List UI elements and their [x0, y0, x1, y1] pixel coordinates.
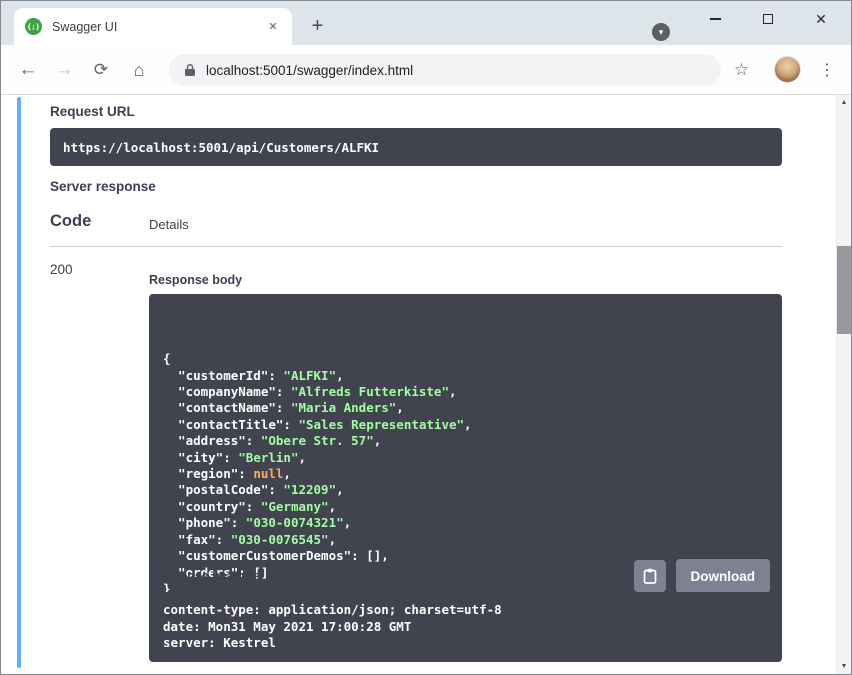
code-line: content-type: application/json; charset=…: [163, 602, 768, 619]
scroll-down-button[interactable]: ▼: [837, 659, 851, 674]
request-url-label: Request URL: [50, 104, 135, 119]
response-headers-label: Response headers: [149, 569, 260, 583]
home-button[interactable]: ⌂: [125, 56, 153, 84]
browser-window: {;} Swagger UI ✕ + ▾ ✕ ← → ⟳ ⌂ localhost…: [0, 0, 852, 675]
tab-close-icon[interactable]: ✕: [264, 18, 282, 36]
browser-toolbar: ← → ⟳ ⌂ localhost:5001/swagger/index.htm…: [1, 45, 851, 95]
profile-avatar[interactable]: [774, 56, 801, 83]
scrollbar-thumb[interactable]: [837, 246, 851, 334]
refresh-button[interactable]: ⟳: [87, 56, 115, 84]
code-line: "city": "Berlin",: [163, 450, 768, 466]
response-body-code: Download { "customerId": "ALFKI", "compa…: [149, 294, 782, 605]
back-button[interactable]: ←: [14, 56, 42, 84]
code-line: "address": "Obere Str. 57",: [163, 433, 768, 449]
code-line: "contactName": "Maria Anders",: [163, 400, 768, 416]
details-column-header: Details: [149, 217, 189, 232]
url-text: localhost:5001/swagger/index.html: [206, 63, 413, 78]
code-line: "postalCode": "12209",: [163, 482, 768, 498]
code-line: server: Kestrel: [163, 635, 768, 652]
close-button[interactable]: ✕: [806, 5, 836, 33]
swagger-page: Request URL https://localhost:5001/api/C…: [1, 95, 851, 674]
code-line: {: [163, 351, 768, 367]
bookmark-star-icon[interactable]: ☆: [728, 56, 755, 83]
tab-title: Swagger UI: [52, 20, 264, 34]
tab-strip: {;} Swagger UI ✕ + ▾ ✕: [1, 1, 851, 45]
status-code: 200: [50, 262, 73, 277]
server-response-label: Server response: [50, 179, 156, 194]
chrome-update-icon[interactable]: ▾: [652, 23, 670, 41]
minimize-icon: [710, 18, 721, 20]
forward-button[interactable]: →: [50, 56, 78, 84]
opblock-accent-bar: [17, 97, 21, 668]
lock-icon: [184, 63, 196, 77]
address-bar[interactable]: localhost:5001/swagger/index.html: [169, 54, 721, 86]
browser-tab[interactable]: {;} Swagger UI ✕: [14, 8, 292, 45]
code-line: "companyName": "Alfreds Futterkiste",: [163, 384, 768, 400]
swagger-favicon-icon: {;}: [25, 18, 42, 35]
code-line: "customerId": "ALFKI",: [163, 368, 768, 384]
code-column-header: Code: [50, 212, 91, 231]
code-line: "phone": "030-0074321",: [163, 515, 768, 531]
response-body-actions: Download: [634, 559, 771, 593]
request-url-text: https://localhost:5001/api/Customers/ALF…: [63, 140, 379, 155]
window-controls: ✕: [677, 5, 836, 33]
close-icon: ✕: [815, 11, 827, 28]
response-body-label: Response body: [149, 273, 242, 287]
scrollbar-track[interactable]: ▲ ▼: [836, 95, 851, 674]
code-line: date: Mon31 May 2021 17:00:28 GMT: [163, 619, 768, 636]
response-headers-code: content-type: application/json; charset=…: [149, 592, 782, 662]
overflow-menu-button[interactable]: ⋮: [814, 56, 840, 83]
request-url-value: https://localhost:5001/api/Customers/ALF…: [50, 128, 782, 166]
code-line: "fax": "030-0076545",: [163, 532, 768, 548]
header-divider: [50, 246, 782, 247]
maximize-button[interactable]: [753, 5, 783, 33]
clipboard-icon: [643, 568, 657, 584]
download-button[interactable]: Download: [676, 559, 771, 593]
code-line: "contactTitle": "Sales Representative",: [163, 417, 768, 433]
code-line: "country": "Germany",: [163, 499, 768, 515]
copy-button[interactable]: [634, 560, 666, 592]
new-tab-button[interactable]: +: [304, 13, 331, 40]
minimize-button[interactable]: [700, 5, 730, 33]
maximize-icon: [763, 14, 773, 24]
scroll-up-button[interactable]: ▲: [837, 95, 851, 110]
code-line: "region": null,: [163, 466, 768, 482]
